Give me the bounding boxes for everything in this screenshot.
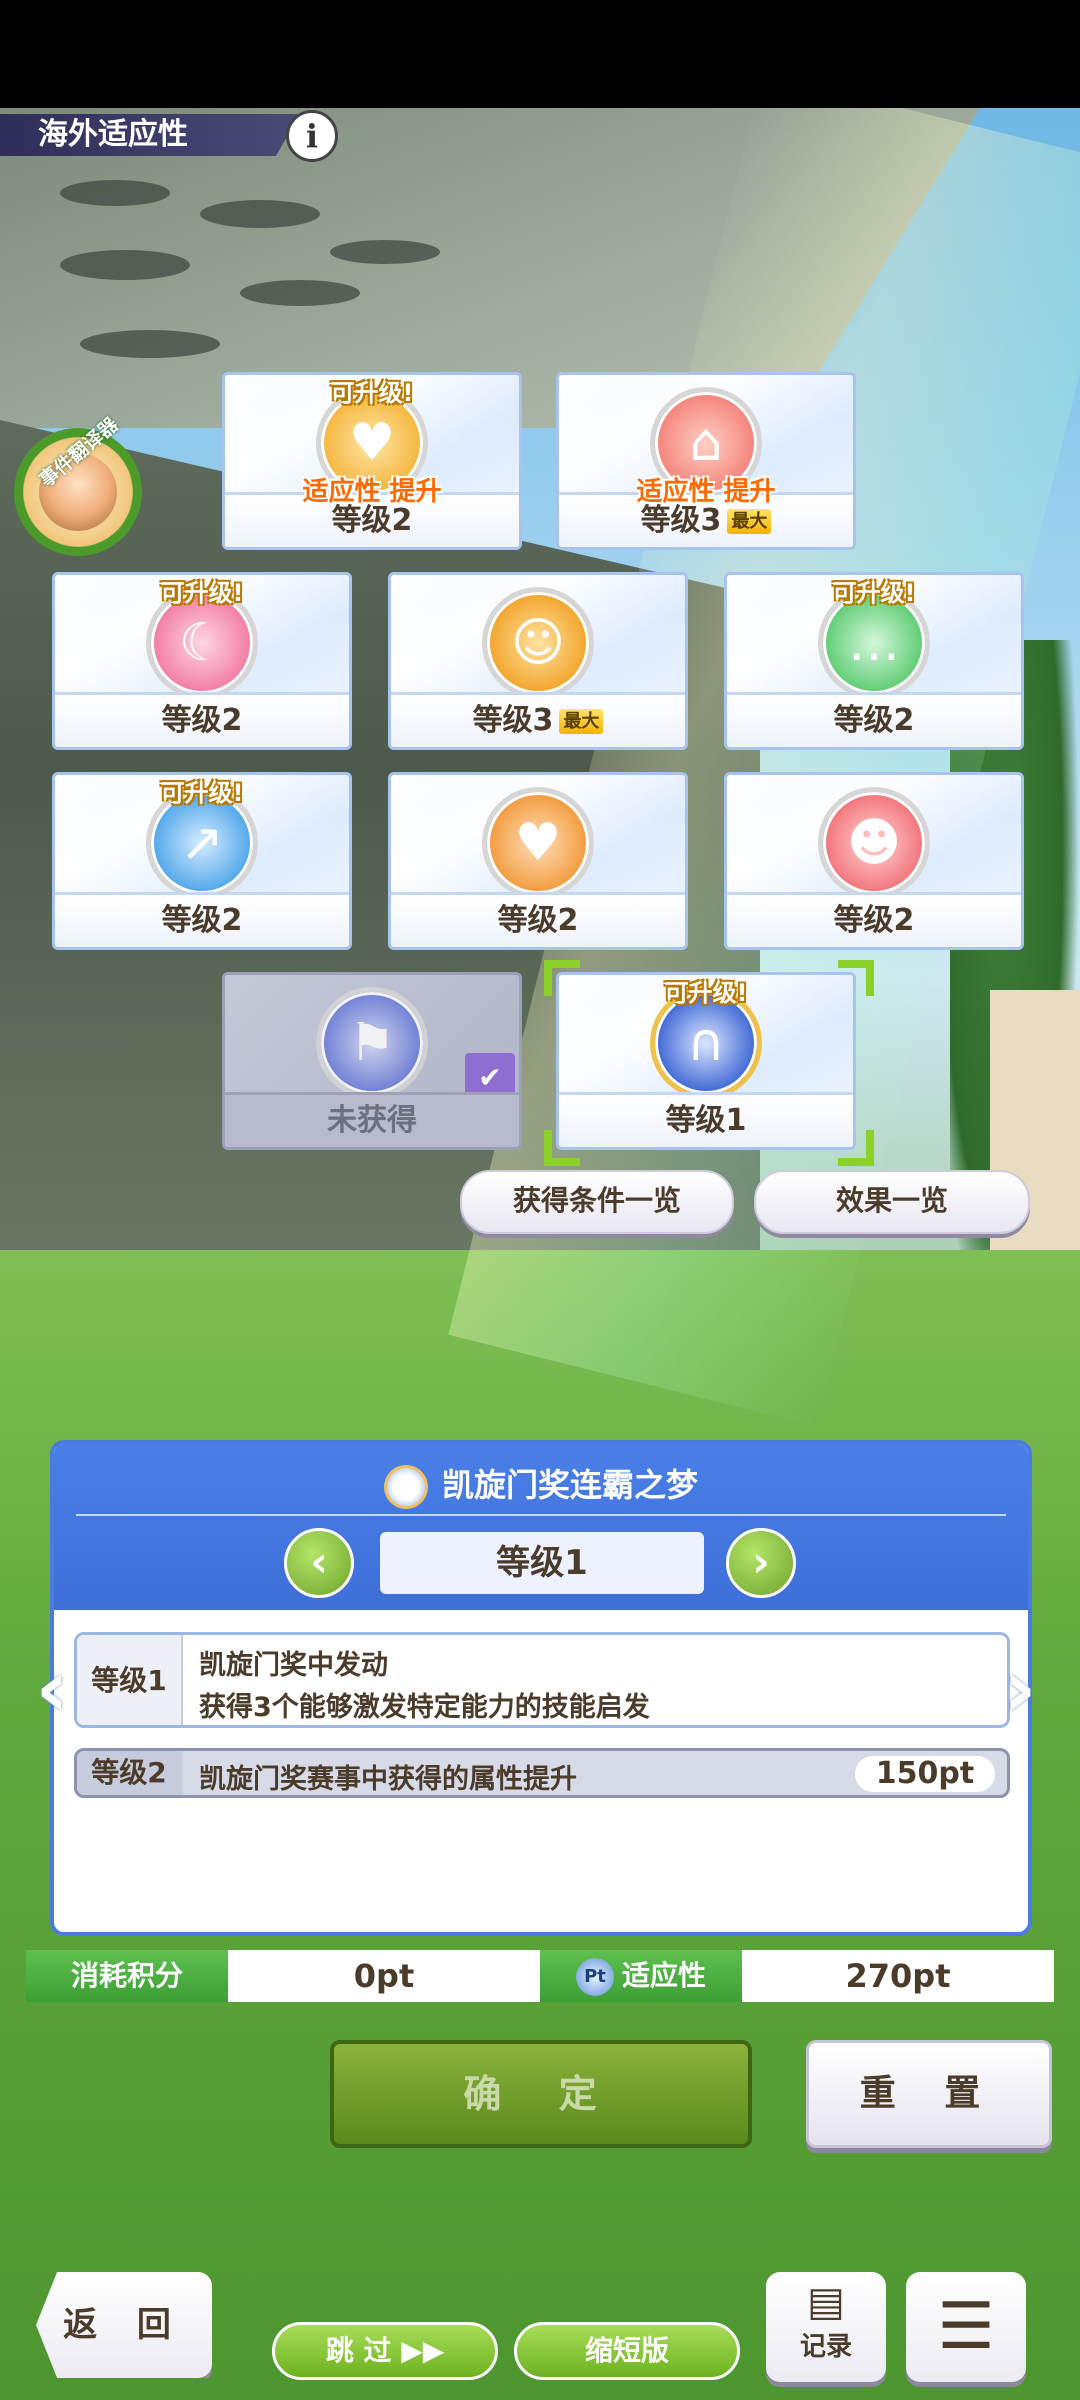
card-level: 等级3 最大 <box>391 692 685 747</box>
upgrade-tag: 可升级! <box>330 379 414 407</box>
detail-panel: 凯旋门奖连霸之梦 ‹ 等级1 › 等级1 凯旋门奖中发动 获得3个能够激发特定能… <box>50 1440 1032 1936</box>
devil-icon: ☻ <box>818 787 930 899</box>
selection-corner <box>838 1130 874 1166</box>
level-row-2[interactable]: 等级2 凯旋门奖赛事中获得的属性提升 150pt <box>74 1748 1010 1798</box>
event-translator-badge[interactable]: 事件翻译器 <box>4 408 154 558</box>
skip-button[interactable]: 跳 过 ▶▶ <box>272 2322 498 2380</box>
menu-icon: ☰ <box>937 2290 995 2364</box>
card-level: 等级1 <box>559 1092 853 1147</box>
upgrade-tag: 可升级! <box>832 579 916 607</box>
back-button[interactable]: 返 回 <box>36 2272 212 2378</box>
prev-skill-arrow[interactable]: ‹ <box>32 1644 72 1734</box>
confirm-button[interactable]: 确 定 <box>330 2040 752 2148</box>
skill-card-3[interactable]: 可升级! ☾ 等级2 <box>52 572 352 750</box>
card-level: 等级2 <box>55 892 349 947</box>
arc-de-triomphe-icon <box>383 1465 428 1509</box>
upgrade-tag: 可升级! <box>664 979 748 1007</box>
current-level: 等级1 <box>380 1532 704 1594</box>
row-line-1: 凯旋门奖赛事中获得的属性提升 <box>199 1764 577 1795</box>
upgrade-tag: 可升级! <box>160 779 244 807</box>
boost-tag: 适应性 提升 <box>302 477 442 507</box>
document-icon: ▤ <box>807 2279 845 2325</box>
row-level-tag: 等级2 <box>77 1751 183 1795</box>
level-text: 等级3 <box>640 503 722 538</box>
boost-tag: 适应性 提升 <box>636 477 776 507</box>
panel-title-text: 凯旋门奖连霸之梦 <box>441 1466 698 1504</box>
menu-button[interactable]: ☰ <box>906 2272 1026 2382</box>
row-line-1: 凯旋门奖中发动 <box>199 1650 388 1681</box>
level-text: 等级2 <box>497 903 579 938</box>
points-bar: 消耗积分 0pt Pt 适应性 270pt <box>26 1950 1054 2002</box>
card-level: 未获得 <box>225 1092 519 1147</box>
skill-card-6[interactable]: 可升级! ↗ 等级2 <box>52 772 352 950</box>
level-text: 等级1 <box>665 1103 747 1138</box>
prev-level-button[interactable]: ‹ <box>284 1528 354 1598</box>
level-text: 等级2 <box>833 703 915 738</box>
flag-icon: ⚑ <box>316 987 428 1099</box>
consume-value: 0pt <box>228 1950 540 2002</box>
conditions-list-button[interactable]: 获得条件一览 <box>460 1170 734 1234</box>
skill-card-10-selected[interactable]: 可升级! ∩ 等级1 <box>556 972 856 1150</box>
adapt-value: 270pt <box>742 1950 1054 2002</box>
panel-title: 凯旋门奖连霸之梦 <box>54 1460 1028 1509</box>
row-line-2: 获得3个能够激发特定能力的技能启发 <box>199 1692 650 1723</box>
short-version-button[interactable]: 缩短版 <box>514 2322 740 2380</box>
level-text: 未获得 <box>327 1103 417 1138</box>
level-text: 等级2 <box>161 703 243 738</box>
row-cost: 150pt <box>855 1756 995 1792</box>
selection-corner <box>838 960 874 996</box>
card-level: 等级2 <box>727 692 1021 747</box>
effects-list-button[interactable]: 效果一览 <box>754 1170 1030 1234</box>
selection-corner <box>544 960 580 996</box>
max-badge: 最大 <box>559 708 604 734</box>
log-button[interactable]: ▤ 记录 <box>766 2272 886 2382</box>
status-bar <box>0 0 1080 108</box>
reset-button[interactable]: 重 置 <box>806 2040 1052 2148</box>
consume-label: 消耗积分 <box>26 1950 228 2002</box>
food-icon: ☺ <box>482 587 594 699</box>
skill-card-4[interactable]: ☺ 等级3 最大 <box>388 572 688 750</box>
level-text: 等级2 <box>833 903 915 938</box>
level-text: 等级2 <box>161 903 243 938</box>
selection-corner <box>544 1130 580 1166</box>
adapt-label-box: Pt 适应性 <box>540 1950 742 2002</box>
level-row-1[interactable]: 等级1 凯旋门奖中发动 获得3个能够激发特定能力的技能启发 <box>74 1632 1010 1728</box>
card-level: 等级2 <box>55 692 349 747</box>
info-button[interactable]: i <box>286 110 338 162</box>
skill-card-1[interactable]: 可升级! ♥ 适应性 提升 等级2 <box>222 372 522 550</box>
panel-header: 凯旋门奖连霸之梦 ‹ 等级1 › <box>54 1444 1028 1610</box>
row-level-tag: 等级1 <box>77 1635 183 1725</box>
skill-card-9-locked[interactable]: ⚑ ✔ 未获得 <box>222 972 522 1150</box>
level-text: 等级2 <box>331 503 413 538</box>
skill-card-8[interactable]: ☻ 等级2 <box>724 772 1024 950</box>
card-level: 等级2 <box>391 892 685 947</box>
adapt-label: 适应性 <box>621 1959 706 1992</box>
heart-hands-icon: ♥ <box>482 787 594 899</box>
card-level: 等级2 <box>727 892 1021 947</box>
page-title: 海外适应性 <box>0 114 300 156</box>
level-text: 等级3 <box>472 703 554 738</box>
upgrade-tag: 可升级! <box>160 579 244 607</box>
skill-card-2[interactable]: ⌂ 适应性 提升 等级3 最大 <box>556 372 856 550</box>
pt-icon: Pt <box>575 1958 614 1996</box>
skill-card-5[interactable]: 可升级! … 等级2 <box>724 572 1024 750</box>
divider <box>76 1514 1006 1516</box>
skill-card-7[interactable]: ♥ 等级2 <box>388 772 688 950</box>
next-skill-arrow[interactable]: › <box>1000 1644 1040 1734</box>
max-badge: 最大 <box>727 508 772 534</box>
next-level-button[interactable]: › <box>726 1528 796 1598</box>
log-label: 记录 <box>799 2332 852 2362</box>
